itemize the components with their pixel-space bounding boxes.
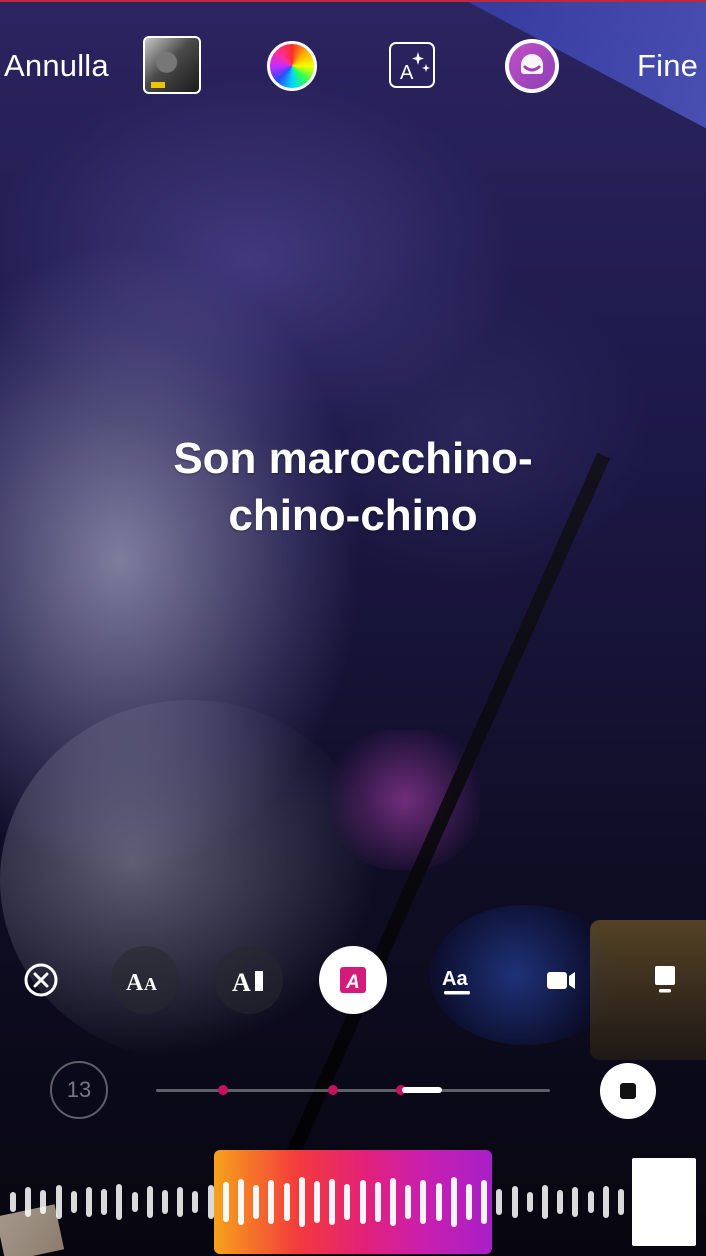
waveform-bar: [526, 1192, 533, 1212]
caption-text[interactable]: Son marocchino- chino-chino: [0, 430, 706, 544]
top-bar: Annulla A Fine: [0, 0, 706, 130]
svg-text:A: A: [232, 968, 251, 997]
waveform-bar: [207, 1185, 214, 1219]
caption-line: chino-chino: [228, 491, 478, 540]
waveform-bar: [481, 1180, 488, 1224]
waveform-bar: [390, 1178, 396, 1226]
waveform-bar: [283, 1183, 290, 1221]
waveform-bar: [25, 1187, 32, 1217]
waveform-bar: [253, 1185, 260, 1219]
timeline-row: 13: [0, 1060, 706, 1124]
waveform-bar: [146, 1186, 153, 1218]
waveform-bar: [450, 1177, 457, 1227]
waveform-bar: [329, 1179, 336, 1225]
stop-icon: [620, 1083, 636, 1099]
font-size-icon[interactable]: A A: [111, 946, 179, 1014]
waveform-bar: [55, 1185, 62, 1219]
font-style-icon[interactable]: A: [215, 946, 283, 1014]
waveform-bar: [678, 1190, 685, 1214]
waveform-bar: [618, 1189, 624, 1215]
waveform-bar: [496, 1189, 503, 1215]
waveform-bar: [192, 1191, 199, 1213]
waveform-bar: [10, 1192, 16, 1212]
waveform-bar: [131, 1192, 138, 1212]
caption-line: Son marocchino-: [173, 434, 533, 483]
timeline-handle[interactable]: [402, 1087, 442, 1093]
remove-icon[interactable]: [8, 946, 74, 1014]
thumbnail-tag: [151, 82, 165, 88]
svg-text:A: A: [144, 974, 157, 994]
waveform-bar: [359, 1180, 366, 1224]
face-sticker-icon[interactable]: [505, 39, 559, 93]
video-camera-icon[interactable]: [528, 946, 596, 1014]
waveform-bar: [116, 1184, 123, 1220]
waveform-bar: [162, 1190, 168, 1214]
color-wheel-icon[interactable]: [267, 41, 317, 91]
waveform-bar: [40, 1190, 47, 1214]
text-style-toolbar: A A A A Aa: [0, 946, 706, 1016]
waveform-bar: [405, 1185, 412, 1219]
waveform-bar: [466, 1184, 472, 1220]
cover-thumbnail-button[interactable]: [143, 36, 201, 94]
waveform-bar: [663, 1187, 670, 1217]
svg-text:A: A: [400, 62, 414, 84]
done-button[interactable]: Fine: [637, 48, 698, 84]
waveform-bar: [587, 1191, 594, 1213]
waveform-bar: [268, 1180, 275, 1224]
waveform-bar: [420, 1180, 427, 1224]
waveform-bar: [648, 1192, 655, 1212]
timeline-track[interactable]: [156, 1085, 550, 1095]
waveform-bar: [177, 1187, 184, 1217]
waveform-bar: [222, 1182, 229, 1222]
svg-text:Aa: Aa: [442, 968, 468, 990]
waveform-bar: [435, 1183, 442, 1221]
text-effect-icon[interactable]: A: [389, 42, 435, 88]
sticker-card-icon[interactable]: [632, 946, 700, 1014]
underline-text-icon[interactable]: Aa: [424, 946, 492, 1014]
waveform-bar: [374, 1182, 381, 1222]
cancel-button[interactable]: Annulla: [4, 48, 109, 84]
svg-text:A: A: [345, 972, 360, 993]
waveform-bar: [314, 1181, 320, 1223]
waveform-bar: [542, 1185, 548, 1219]
waveform-bar: [602, 1186, 609, 1218]
waveform-bar: [511, 1186, 518, 1218]
clip-counter: 13: [50, 1061, 108, 1119]
audio-waveform[interactable]: [0, 1150, 706, 1256]
stop-button[interactable]: [600, 1063, 656, 1119]
waveform-bar: [298, 1177, 305, 1227]
waveform-bar: [344, 1184, 351, 1220]
waveform-bar: [572, 1187, 579, 1217]
svg-text:A: A: [126, 970, 144, 996]
waveform-bar: [101, 1189, 108, 1215]
waveform-bar: [633, 1184, 640, 1220]
timeline-marker[interactable]: [328, 1085, 338, 1095]
waveform-bar: [86, 1187, 92, 1217]
highlight-icon[interactable]: A: [319, 946, 387, 1014]
waveform-bar: [238, 1179, 244, 1225]
waveform-bar: [70, 1191, 77, 1213]
waveform-bar: [557, 1190, 564, 1214]
timeline-marker[interactable]: [218, 1085, 228, 1095]
